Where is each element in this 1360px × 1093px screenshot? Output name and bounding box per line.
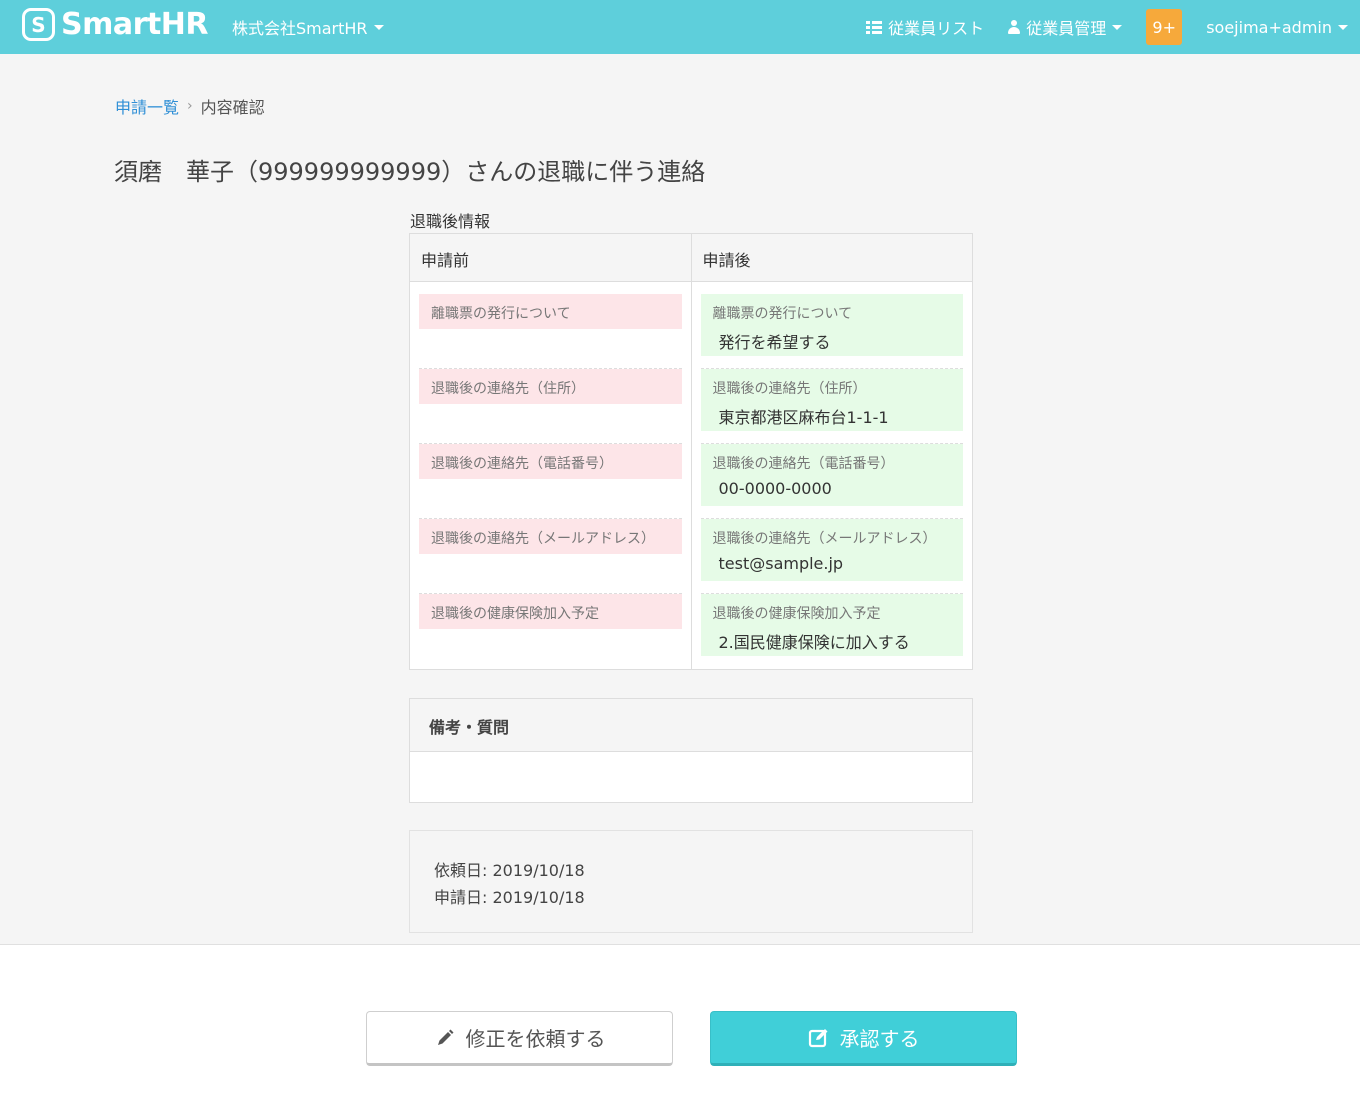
approve-label: 承認する [839, 1027, 920, 1051]
table-row: 離職票の発行について [419, 294, 682, 369]
company-selector[interactable]: 株式会社SmartHR [232, 15, 384, 39]
user-name: soejima+admin [1206, 17, 1332, 37]
before-cell: 退職後の連絡先（住所） [419, 369, 682, 404]
after-cell-value: test@sample.jp [718, 554, 844, 573]
after-column-header: 申請後 [702, 251, 751, 270]
table-row: 退職後の健康保険加入予定 [419, 594, 682, 669]
after-cell-value: 00-0000-0000 [718, 479, 832, 498]
logo-text: SmartHR [61, 7, 208, 42]
after-cell-label: 退職後の連絡先（メールアドレス） [712, 531, 937, 547]
nav-employee-management[interactable]: 従業員管理 [1008, 15, 1123, 39]
company-name: 株式会社SmartHR [232, 19, 368, 38]
after-column: 離職票の発行について発行を希望する 退職後の連絡先（住所） 東京都港区麻布台1-1… [692, 282, 973, 669]
breadcrumb-current: 内容確認 [200, 98, 265, 117]
after-cell-value: 東京都港区麻布台1-1-1 [718, 408, 889, 427]
chevron-down-icon [1112, 24, 1123, 30]
before-column: 離職票の発行について 退職後の連絡先（住所） 退職後の連絡先（電話番号） 退職後… [410, 282, 692, 669]
nav-employee-list-label: 従業員リスト [888, 19, 985, 38]
comparison-header: 申請前 申請後 [410, 234, 972, 282]
section-label: 退職後情報 [410, 212, 491, 231]
table-row: 退職後の連絡先（住所） [419, 369, 682, 444]
table-row: 退職後の連絡先（メールアドレス） [419, 519, 682, 594]
notes-panel: 備考・質問 [409, 698, 973, 803]
approve-button[interactable]: 承認する [710, 1011, 1017, 1066]
table-row: 離職票の発行について発行を希望する [700, 294, 963, 369]
dates-panel: 依頼日: 2019/10/18 申請日: 2019/10/18 [409, 830, 973, 933]
after-cell-label: 退職後の連絡先（電話番号） [712, 456, 895, 472]
before-cell: 退職後の健康保険加入予定 [419, 594, 682, 629]
after-cell-value: 発行を希望する [718, 333, 831, 352]
table-row: 退職後の健康保険加入予定 2.国民健康保険に加入する [700, 594, 963, 669]
notification-badge[interactable]: 9+ [1146, 9, 1183, 45]
after-cell: 退職後の健康保険加入予定 2.国民健康保険に加入する [700, 594, 963, 656]
table-row: 退職後の連絡先（電話番号） 00-0000-0000 [700, 444, 963, 519]
chevron-right-icon: › [187, 98, 193, 114]
table-row: 退職後の連絡先（メールアドレス） test@sample.jp [700, 519, 963, 594]
notes-title: 備考・質問 [410, 699, 972, 752]
after-cell: 退職後の連絡先（住所） 東京都港区麻布台1-1-1 [700, 369, 963, 431]
breadcrumb-application-list[interactable]: 申請一覧 [115, 94, 179, 118]
after-cell-value: 2.国民健康保険に加入する [718, 633, 910, 652]
nav-employee-management-label: 従業員管理 [1026, 19, 1107, 38]
after-cell-label: 離職票の発行について [712, 306, 853, 322]
before-column-header: 申請前 [410, 234, 692, 281]
action-footer: 修正を依頼する 承認する [0, 944, 1360, 1093]
before-cell: 退職後の連絡先（電話番号） [419, 444, 682, 479]
after-cell: 退職後の連絡先（メールアドレス） test@sample.jp [700, 519, 963, 581]
user-icon [1008, 20, 1021, 34]
user-menu[interactable]: soejima+admin [1206, 18, 1348, 37]
request-revision-label: 修正を依頼する [465, 1027, 606, 1051]
before-cell: 退職後の連絡先（メールアドレス） [419, 519, 682, 554]
comparison-table: 申請前 申請後 離職票の発行について 退職後の連絡先（住所） 退職後の連絡先（電… [409, 233, 973, 670]
list-icon [866, 20, 883, 34]
page-title: 須磨 華子（999999999999）さんの退職に伴う連絡 [114, 158, 706, 186]
table-row: 退職後の連絡先（電話番号） [419, 444, 682, 519]
smarthr-logo[interactable]: S SmartHR [22, 7, 208, 42]
pencil-icon [434, 1027, 456, 1049]
edit-icon [808, 1027, 830, 1049]
breadcrumb: 申請一覧 › 内容確認 [115, 94, 265, 118]
comparison-body: 離職票の発行について 退職後の連絡先（住所） 退職後の連絡先（電話番号） 退職後… [410, 282, 972, 669]
nav-employee-list[interactable]: 従業員リスト [866, 15, 984, 39]
before-cell: 離職票の発行について [419, 294, 682, 329]
chevron-down-icon [373, 24, 384, 30]
after-cell: 退職後の連絡先（電話番号） 00-0000-0000 [700, 444, 963, 506]
after-cell-label: 退職後の連絡先（住所） [712, 381, 867, 397]
after-cell-label: 退職後の健康保険加入予定 [712, 606, 881, 622]
header-nav: 従業員リスト 従業員管理 9+ soejima+admin [842, 0, 1348, 54]
smarthr-logo-icon: S [22, 8, 55, 41]
applied-date: 申請日: 2019/10/18 [434, 888, 585, 907]
table-row: 退職後の連絡先（住所） 東京都港区麻布台1-1-1 [700, 369, 963, 444]
after-cell: 離職票の発行について発行を希望する [700, 294, 963, 356]
request-revision-button[interactable]: 修正を依頼する [366, 1011, 673, 1066]
top-bar: S SmartHR 株式会社SmartHR 従業員リスト 従業員管理 9+ so… [0, 0, 1360, 54]
chevron-down-icon [1338, 24, 1348, 30]
requested-date: 依頼日: 2019/10/18 [434, 861, 585, 880]
